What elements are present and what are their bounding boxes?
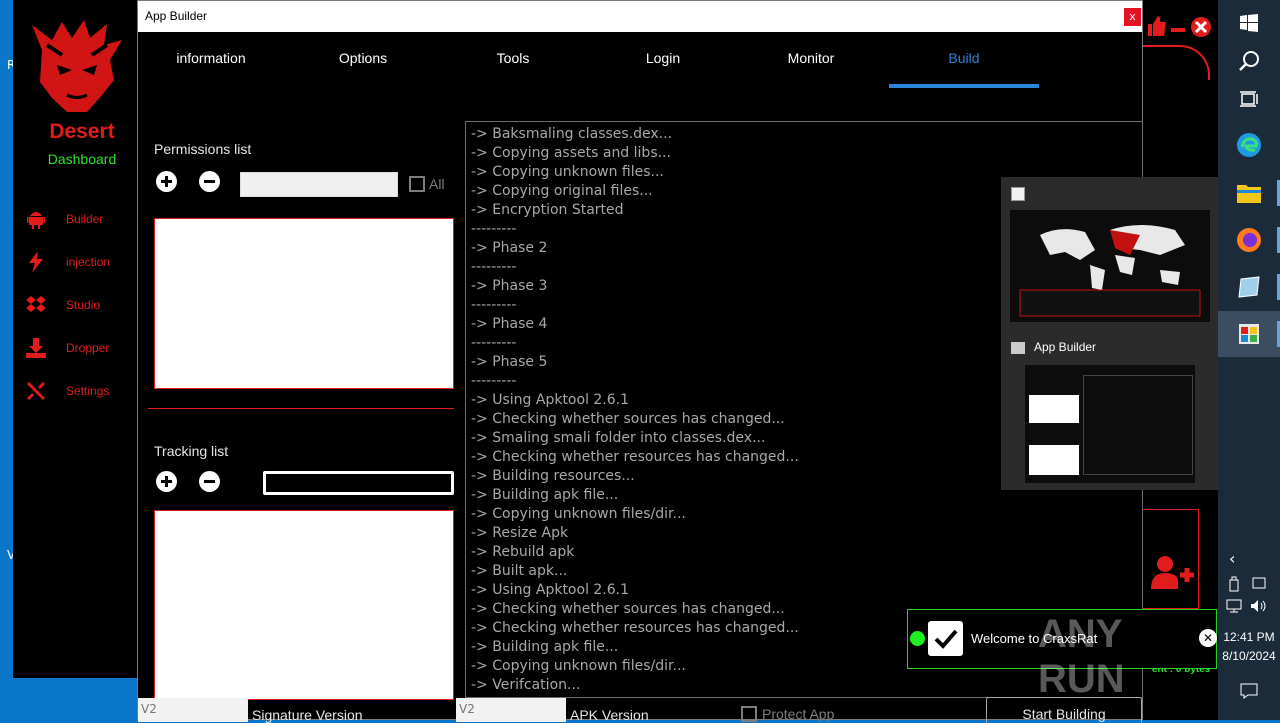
close-button[interactable]: x [1124,8,1141,26]
download-icon [26,338,46,358]
thumbnail-box [1029,395,1079,423]
nav-item-builder[interactable]: Builder [13,204,138,234]
nav-item-dropper[interactable]: Dropper [13,333,138,363]
task-view-button[interactable] [1218,76,1280,122]
tab-login[interactable]: Login [588,50,738,72]
log-line: -> Using Apktool 2.6.1 [471,582,630,598]
app-icon [1011,187,1025,201]
all-permissions-checkbox[interactable] [409,176,425,192]
desktop-background: R V [0,0,15,720]
taskbar-thumbnail-popup: App Builder [1001,177,1218,490]
add-user-icon [1151,556,1194,589]
tab-tools[interactable]: Tools [438,50,588,72]
nav-item-studio[interactable]: Studio [13,290,138,320]
add-user-card[interactable] [1142,509,1199,609]
thumbnail-box [1029,445,1079,475]
device-icon[interactable] [1252,576,1266,590]
chevron-left-icon[interactable]: ‹ [1229,549,1235,568]
signature-version-select[interactable]: V2 [138,698,248,722]
taskbar-explorer[interactable] [1218,170,1280,216]
log-line: -> Baksmaling classes.dex... [471,126,673,142]
brand-subtitle: Dashboard [47,151,117,167]
taskbar-firefox[interactable] [1218,217,1280,263]
tab-build[interactable]: Build [889,50,1039,72]
taskbar: ‹ 12:41 PM 8/10/2024 [1218,0,1280,720]
remove-permission-button[interactable] [199,171,220,192]
tools-icon [27,382,45,400]
all-checkbox-label: All [429,176,445,192]
apk-version-label: APK Version [570,707,649,723]
nav-item-label: Settings [66,384,110,398]
thumbnail-log [1083,375,1193,475]
app-builder-icon [1239,324,1259,344]
close-notification-button[interactable]: ✕ [1199,629,1217,647]
log-line: -> Built apk... [471,563,568,579]
panel-border [1142,45,1210,80]
firefox-icon [1237,228,1261,252]
dashboard-thumbnail[interactable] [1010,210,1210,322]
tab-options[interactable]: Options [288,50,438,72]
thumbnail-title: App Builder [1034,340,1097,354]
permissions-list[interactable] [154,218,454,389]
app-icon [1238,276,1260,298]
dropbox-icon [26,296,46,312]
window-controls-icon [1148,16,1211,37]
android-icon [27,212,45,229]
add-permission-button[interactable] [156,171,177,192]
volume-icon[interactable] [1250,599,1268,613]
clock-time[interactable]: 12:41 PM [1218,630,1280,644]
nav-item-settings[interactable]: Settings [13,376,138,406]
windows-icon [1240,14,1258,32]
clock-date[interactable]: 8/10/2024 [1218,649,1280,663]
tracking-list[interactable] [154,510,454,700]
network-icon[interactable] [1226,599,1242,613]
title-bar[interactable]: App Builder x [138,1,1142,32]
online-indicator [910,631,925,646]
world-map-icon [1019,225,1201,317]
task-view-icon [1240,91,1258,107]
brand-title: Desert [49,120,115,143]
apk-version-select[interactable]: V2 [456,698,566,722]
check-icon [928,621,963,656]
permissions-title: Permissions list [154,141,252,157]
tab-monitor[interactable]: Monitor [736,50,886,72]
taskbar-app[interactable] [1218,264,1280,310]
logo-icon [32,20,122,112]
watermark-text: ANY RUN [1038,612,1125,701]
active-tab-indicator [889,84,1039,88]
usb-icon[interactable] [1228,576,1240,592]
notification-center-icon[interactable] [1240,683,1258,699]
window-title: App Builder [145,9,208,23]
nav-item-label: Studio [66,298,101,312]
section-divider [148,408,454,409]
folder-icon [1237,185,1261,203]
nav-item-injection[interactable]: injection [13,247,138,277]
taskbar-edge[interactable] [1218,122,1280,168]
tab-information[interactable]: information [138,50,284,72]
log-line: -> Copying unknown files/dir... [471,506,686,522]
notification-toast[interactable]: Welcome to CraxsRat ANY RUN ✕ [907,609,1217,701]
remove-tracking-button[interactable] [199,471,220,492]
log-line: -> Rebuild apk [471,544,575,560]
lightning-icon [29,251,43,273]
signature-version-label: Signature Version [252,707,363,723]
edge-icon [1237,133,1261,157]
taskbar-app-builder[interactable] [1218,311,1280,357]
nav-item-label: Builder [66,212,104,226]
add-tracking-button[interactable] [156,471,177,492]
permission-select[interactable] [240,172,398,197]
log-line: -> Resize Apk [471,525,569,541]
tracking-input[interactable] [263,471,454,495]
nav-item-label: injection [66,255,111,269]
nav-item-label: Dropper [66,341,110,355]
tracking-title: Tracking list [154,443,229,459]
app-builder-icon [1011,342,1025,354]
search-icon [1239,51,1259,71]
app-builder-thumbnail[interactable] [1025,365,1195,483]
log-line: -> Copying assets and libs... [471,145,671,161]
